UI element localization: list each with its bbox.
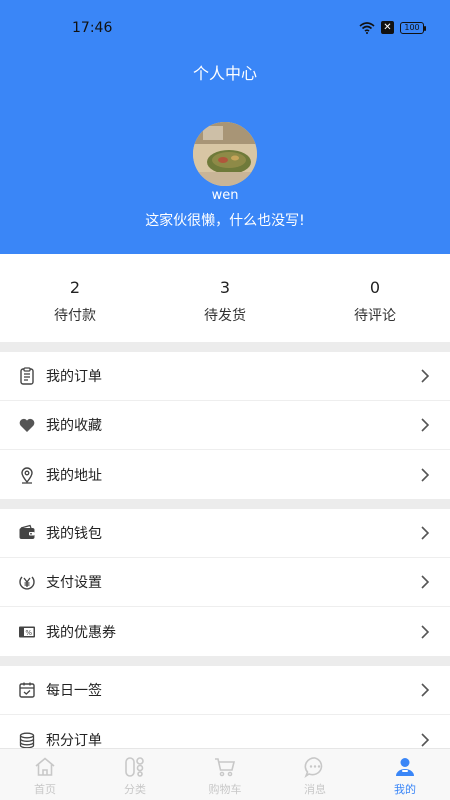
avatar[interactable] <box>193 122 257 186</box>
wallet-icon <box>17 523 37 543</box>
cart-icon <box>215 758 236 777</box>
coupon-icon: % <box>17 622 37 642</box>
menu-item-label: 每日一签 <box>46 683 102 699</box>
status-time: 17:46 <box>72 20 113 36</box>
menu-item-payment-settings[interactable]: 支付设置 <box>0 558 450 607</box>
chevron-right-icon <box>421 418 430 432</box>
order-stats: 2 待付款 3 待发货 0 待评论 <box>0 254 450 342</box>
user-icon <box>396 758 414 776</box>
tab-messages[interactable]: 消息 <box>270 749 360 800</box>
status-bar: 17:46 ✕ 100 <box>0 0 450 48</box>
order-list-icon <box>17 366 37 386</box>
menu-item-label: 我的订单 <box>46 369 102 385</box>
page-title: 个人中心 <box>192 64 257 83</box>
yuan-payment-icon <box>17 572 37 592</box>
order-count: 3 <box>219 278 231 297</box>
menu-item-my-orders[interactable]: 我的订单 <box>0 352 450 401</box>
heart-icon <box>17 415 37 435</box>
menu-item-label: 我的钱包 <box>46 526 102 542</box>
order-stat-pending-shipment[interactable]: 3 待发货 <box>150 254 300 342</box>
order-label: 待付款 <box>54 308 96 324</box>
svg-text:%: % <box>25 629 32 637</box>
wifi-icon <box>359 21 375 34</box>
order-label: 待评论 <box>354 308 396 324</box>
chevron-right-icon <box>421 369 430 383</box>
coins-icon <box>17 730 37 750</box>
menu-group-orders: 我的订单 我的收藏 我的地址 <box>0 352 450 499</box>
menu-item-favorites[interactable]: 我的收藏 <box>0 401 450 450</box>
tab-label: 消息 <box>304 783 326 796</box>
tab-cart[interactable]: 购物车 <box>180 749 270 800</box>
order-count: 2 <box>69 278 81 297</box>
chevron-right-icon <box>421 624 430 639</box>
user-bio: 这家伙很懒，什么也没写! <box>145 213 305 229</box>
tab-label: 购物车 <box>208 783 242 796</box>
avatar-photo-icon <box>193 122 257 186</box>
home-icon <box>35 757 55 776</box>
menu-group-payment: 我的钱包 支付设置 % 我的优惠券 <box>0 509 450 656</box>
menu-item-label: 积分订单 <box>46 732 102 749</box>
message-icon <box>304 757 323 779</box>
profile-header: 17:46 ✕ 100 个人中心 wen 这家伙很懒，什么也没写! <box>0 0 450 254</box>
tab-label: 我的 <box>394 783 416 796</box>
calendar-check-icon <box>17 680 37 700</box>
menu-item-label: 我的优惠券 <box>46 624 116 641</box>
menu-item-daily-checkin[interactable]: 每日一签 <box>0 666 450 715</box>
chevron-right-icon <box>421 467 430 482</box>
bottom-tab-bar: 首页 分类 购物车 消息 我的 <box>0 748 450 800</box>
menu-item-coupons[interactable]: % 我的优惠券 <box>0 607 450 656</box>
battery-icon: 100 <box>400 21 426 34</box>
username: wen <box>211 188 239 203</box>
menu-item-wallet[interactable]: 我的钱包 <box>0 509 450 558</box>
chevron-right-icon <box>421 575 430 589</box>
status-icons: ✕ 100 <box>359 21 426 34</box>
location-pin-icon <box>17 465 37 485</box>
no-sim-icon: ✕ <box>381 21 394 34</box>
chevron-right-icon <box>421 732 430 747</box>
tab-profile[interactable]: 我的 <box>360 749 450 800</box>
tab-category[interactable]: 分类 <box>90 749 180 800</box>
menu-item-label: 我的收藏 <box>46 418 102 434</box>
order-label: 待发货 <box>204 308 246 324</box>
category-icon <box>125 757 144 777</box>
menu-item-address[interactable]: 我的地址 <box>0 450 450 499</box>
order-stat-pending-payment[interactable]: 2 待付款 <box>0 254 150 342</box>
chevron-right-icon <box>421 526 430 540</box>
tab-home[interactable]: 首页 <box>0 749 90 800</box>
menu-item-label: 支付设置 <box>46 575 102 591</box>
tab-label: 首页 <box>34 783 56 796</box>
menu-item-label: 我的地址 <box>46 467 102 484</box>
order-count: 0 <box>369 278 381 297</box>
tab-label: 分类 <box>124 783 146 796</box>
order-stat-pending-review[interactable]: 0 待评论 <box>300 254 450 342</box>
chevron-right-icon <box>421 683 430 697</box>
